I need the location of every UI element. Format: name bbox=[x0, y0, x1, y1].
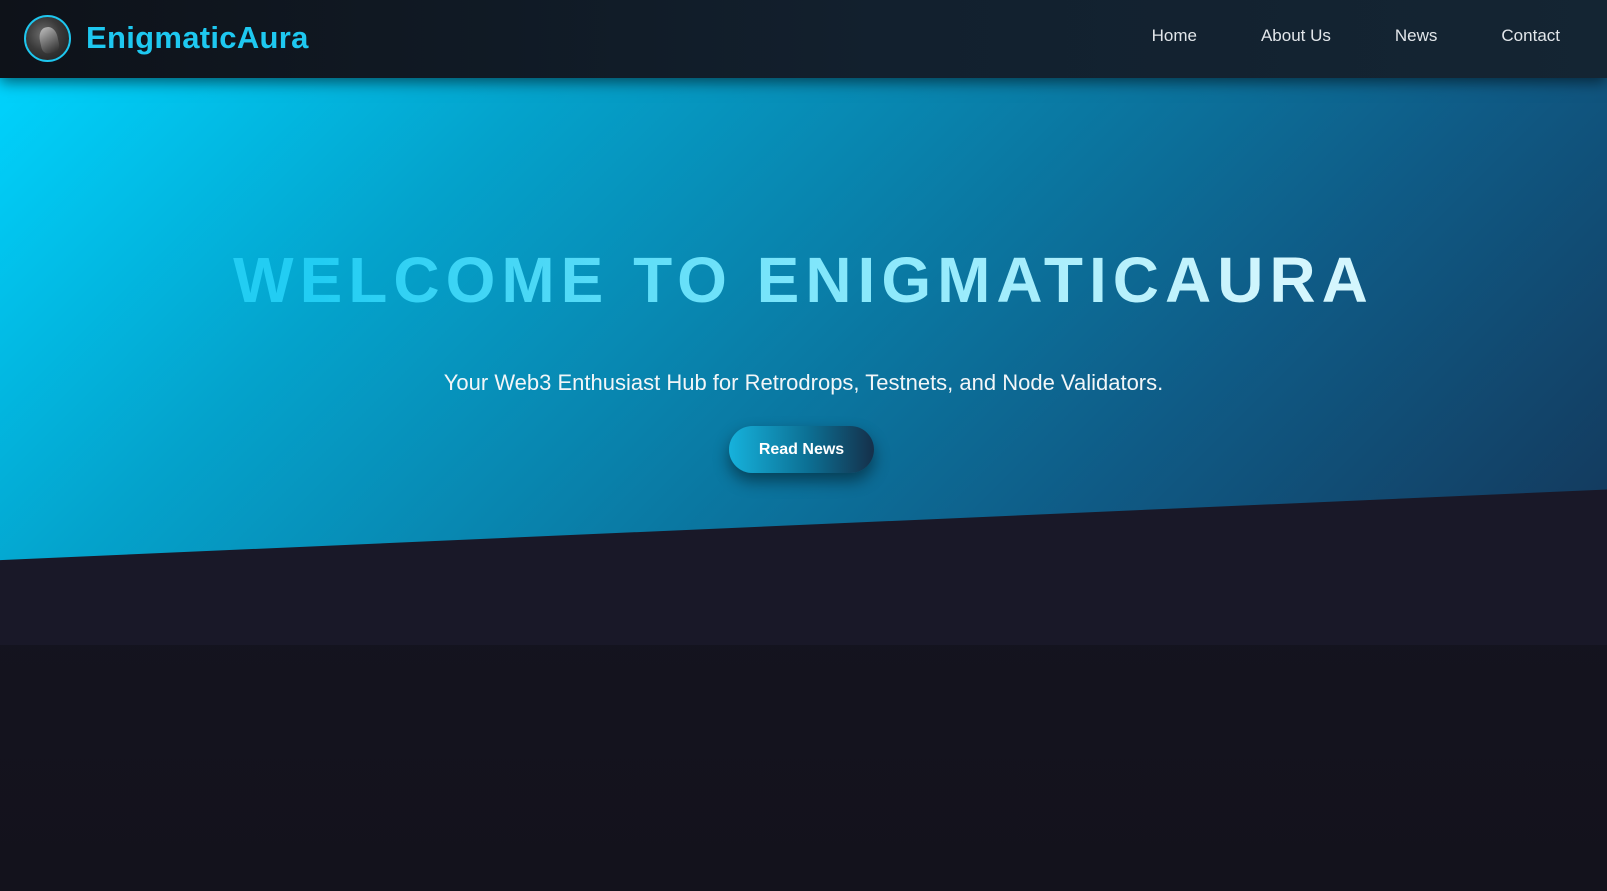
hero-section bbox=[0, 78, 1607, 561]
brand[interactable]: EnigmaticAura bbox=[24, 12, 309, 64]
nav-link-news[interactable]: News bbox=[1395, 26, 1438, 46]
brand-name[interactable]: EnigmaticAura bbox=[86, 20, 309, 56]
nav-link-about-us[interactable]: About Us bbox=[1261, 26, 1331, 46]
navbar: EnigmaticAura Home About Us News Contact bbox=[0, 0, 1607, 78]
avatar-figure-icon bbox=[37, 24, 61, 55]
nav-link-contact[interactable]: Contact bbox=[1501, 26, 1560, 46]
hero-title: WELCOME TO ENIGMATICAURA bbox=[0, 243, 1607, 317]
hero-subtitle: Your Web3 Enthusiast Hub for Retrodrops,… bbox=[443, 370, 1164, 395]
nav-link-home[interactable]: Home bbox=[1152, 26, 1197, 46]
page: EnigmaticAura Home About Us News Contact… bbox=[0, 0, 1607, 891]
read-news-button[interactable]: Read News bbox=[729, 426, 874, 473]
nav-links: Home About Us News Contact bbox=[1088, 26, 1560, 46]
avatar[interactable] bbox=[24, 14, 71, 62]
